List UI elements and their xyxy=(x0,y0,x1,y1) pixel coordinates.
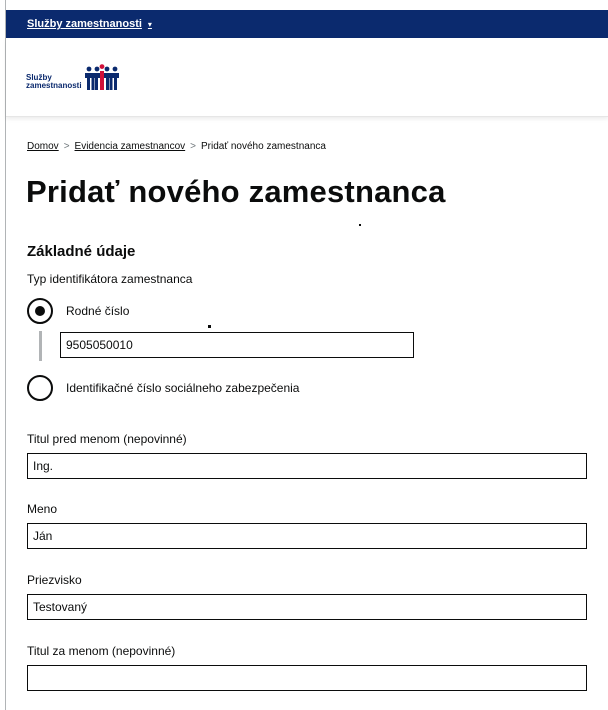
title-before-label: Titul pred menom (nepovinné) xyxy=(27,432,187,446)
stray-mark xyxy=(208,325,211,328)
top-service-bar: Služby zamestnanosti ▾ xyxy=(6,10,608,38)
radio-rodne-cislo[interactable] xyxy=(27,298,53,324)
surname-input[interactable]: Testovaný xyxy=(27,594,587,620)
site-logo[interactable]: Služby zamestnanosti xyxy=(26,64,120,90)
section-title: Základné údaje xyxy=(27,243,136,260)
conditional-reveal-rule xyxy=(39,331,42,361)
first-name-input[interactable]: Ján xyxy=(27,523,587,549)
rodne-cislo-input[interactable]: 9505050010 xyxy=(60,332,414,358)
logo-figures-icon xyxy=(84,64,119,90)
breadcrumb-current: Pridať nového zamestnanca xyxy=(201,141,326,152)
id-type-label: Typ identifikátora zamestnanca xyxy=(27,272,193,286)
breadcrumb-home-link[interactable]: Domov xyxy=(27,141,59,152)
radio-social-security-id-label[interactable]: Identifikačné číslo sociálneho zabezpeče… xyxy=(66,381,299,395)
breadcrumb-separator: > xyxy=(63,141,70,152)
first-name-label: Meno xyxy=(27,502,58,516)
logo-text-line2: zamestnanosti xyxy=(26,81,82,90)
service-menu-label: Služby zamestnanosti xyxy=(27,18,142,30)
breadcrumb: Domov > Evidencia zamestnancov > Pridať … xyxy=(27,141,326,152)
chevron-down-icon: ▾ xyxy=(147,19,152,29)
title-before-input[interactable]: Ing. xyxy=(27,453,587,479)
title-after-label: Titul za menom (nepovinné) xyxy=(27,644,176,658)
radio-social-security-id[interactable] xyxy=(27,375,53,401)
service-menu-link[interactable]: Služby zamestnanosti ▾ xyxy=(27,18,152,30)
page-title: Pridať nového zamestnanca xyxy=(26,174,446,209)
breadcrumb-employee-records-link[interactable]: Evidencia zamestnancov xyxy=(75,141,186,152)
breadcrumb-separator: > xyxy=(190,141,196,152)
title-after-input[interactable] xyxy=(27,665,587,691)
radio-selected-dot xyxy=(35,306,45,316)
surname-label: Priezvisko xyxy=(27,573,82,587)
site-header: Služby zamestnanosti xyxy=(6,38,608,117)
stray-mark xyxy=(359,224,361,226)
radio-rodne-cislo-label[interactable]: Rodné číslo xyxy=(66,304,129,318)
logo-text: Služby zamestnanosti xyxy=(26,74,82,90)
